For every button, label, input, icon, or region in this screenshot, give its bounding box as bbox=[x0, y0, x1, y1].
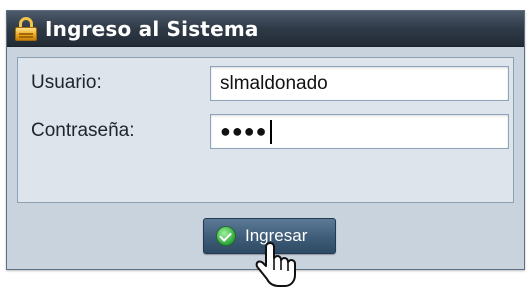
username-row: Usuario: slmaldonado bbox=[18, 66, 513, 102]
password-label: Contraseña: bbox=[31, 120, 135, 141]
login-dialog: Ingreso al Sistema Usuario: slmaldonado … bbox=[6, 10, 525, 270]
username-label: Usuario: bbox=[31, 72, 102, 93]
dialog-titlebar: Ingreso al Sistema bbox=[7, 11, 524, 47]
check-circle-icon bbox=[216, 226, 236, 246]
login-form: Usuario: slmaldonado Contraseña: ●●●● bbox=[17, 57, 514, 203]
password-value: ●●●● bbox=[220, 121, 268, 141]
username-value: slmaldonado bbox=[220, 72, 328, 94]
password-input[interactable]: ●●●● bbox=[210, 114, 509, 149]
password-row: Contraseña: ●●●● bbox=[18, 114, 513, 150]
username-input[interactable]: slmaldonado bbox=[210, 66, 509, 101]
lock-icon bbox=[14, 16, 38, 42]
dialog-title: Ingreso al Sistema bbox=[45, 16, 259, 41]
hand-pointer-icon bbox=[255, 242, 296, 287]
text-caret bbox=[269, 119, 272, 144]
